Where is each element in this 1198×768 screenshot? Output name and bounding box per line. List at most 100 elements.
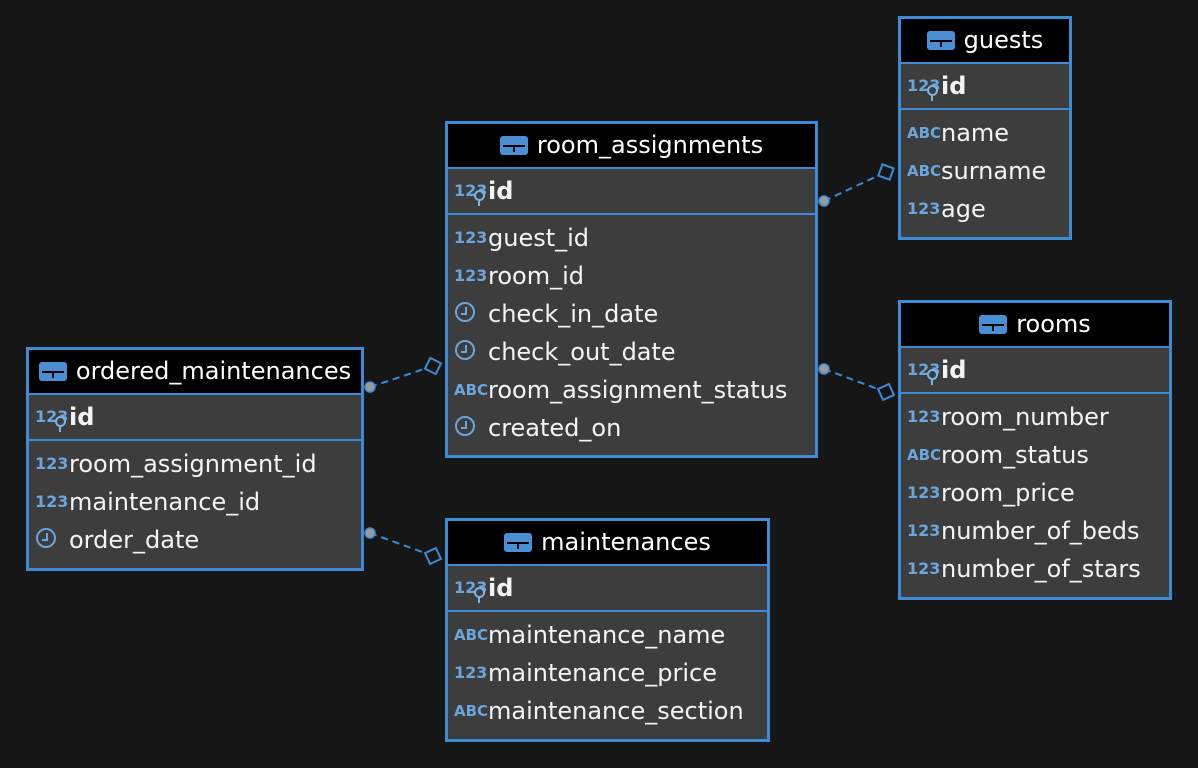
relation-source-dot bbox=[364, 381, 376, 393]
numeric-type-icon: 123 bbox=[35, 454, 69, 473]
relation-source-dot bbox=[818, 363, 830, 375]
table-icon bbox=[979, 315, 1008, 334]
relation-room-assignments-to-rooms[interactable] bbox=[818, 363, 896, 402]
column-row[interactable]: 123 guest_id bbox=[448, 219, 815, 257]
column-row[interactable]: 123 room_number bbox=[901, 398, 1169, 436]
table-icon bbox=[499, 136, 528, 155]
column-row[interactable]: 123 number_of_beds bbox=[901, 512, 1169, 550]
primary-key-icon: 123 bbox=[454, 181, 488, 206]
primary-key-icon: 123 bbox=[907, 76, 941, 101]
column-name: check_in_date bbox=[488, 300, 659, 328]
column-name: number_of_beds bbox=[941, 517, 1140, 545]
column-row[interactable]: 123 room_assignment_id bbox=[29, 445, 361, 483]
numeric-type-icon: 123 bbox=[907, 407, 941, 426]
primary-key-name: id bbox=[488, 574, 514, 602]
clock-icon bbox=[35, 526, 69, 554]
column-name: check_out_date bbox=[488, 338, 676, 366]
column-row[interactable]: check_in_date bbox=[448, 295, 815, 333]
primary-key-icon: 123 bbox=[907, 360, 941, 385]
column-name: maintenance_price bbox=[488, 659, 717, 687]
table-header[interactable]: room_assignments bbox=[448, 124, 815, 169]
clock-icon bbox=[454, 414, 488, 442]
table-title: guests bbox=[963, 25, 1044, 54]
table-guests[interactable]: guests 123 id ABC name ABC surname 123 age bbox=[898, 16, 1072, 240]
key-icon bbox=[927, 369, 938, 385]
text-type-icon: ABC bbox=[454, 626, 489, 644]
numeric-type-icon: 123 bbox=[35, 492, 69, 511]
column-name: number_of_stars bbox=[941, 555, 1141, 583]
key-icon bbox=[474, 587, 485, 603]
column-name: room_number bbox=[941, 403, 1109, 431]
numeric-type-icon: 123 bbox=[907, 199, 941, 218]
column-row[interactable]: created_on bbox=[448, 409, 815, 447]
primary-key-row[interactable]: 123 id bbox=[29, 395, 361, 441]
column-row[interactable]: 123 age bbox=[901, 190, 1069, 228]
relation-line bbox=[369, 367, 426, 388]
text-type-icon: ABC bbox=[454, 381, 489, 399]
column-name: surname bbox=[941, 157, 1047, 185]
key-icon bbox=[927, 85, 938, 101]
column-row[interactable]: 123 room_price bbox=[901, 474, 1169, 512]
column-name: maintenance_section bbox=[488, 697, 744, 725]
column-list: ABC maintenance_name 123 maintenance_price A… bbox=[448, 612, 767, 730]
primary-key-row[interactable]: 123 id bbox=[448, 566, 767, 612]
column-list: 123 room_number ABC room_status 123 room_pric… bbox=[901, 394, 1169, 588]
column-name: room_price bbox=[941, 479, 1075, 507]
column-row[interactable]: 123 room_id bbox=[448, 257, 815, 295]
primary-key-row[interactable]: 123 id bbox=[901, 64, 1069, 110]
table-room-assignments[interactable]: room_assignments 123 id 123 guest_id 123 room_… bbox=[445, 121, 818, 458]
table-maintenances[interactable]: maintenances 123 id ABC maintenance_name 123 m… bbox=[445, 518, 770, 742]
column-row[interactable]: ABC room_assignment_status bbox=[448, 371, 815, 409]
relation-ordered-maintenances-to-room-assignments[interactable] bbox=[364, 356, 443, 393]
relation-target-diamond bbox=[423, 356, 443, 376]
column-name: room_assignment_status bbox=[488, 376, 788, 404]
primary-key-name: id bbox=[69, 403, 95, 431]
numeric-type-icon: 123 bbox=[454, 266, 488, 285]
column-row[interactable]: ABC room_status bbox=[901, 436, 1169, 474]
relation-target-diamond bbox=[876, 382, 896, 402]
column-row[interactable]: ABC maintenance_name bbox=[448, 616, 767, 654]
column-row[interactable]: 123 maintenance_price bbox=[448, 654, 767, 692]
text-type-icon: ABC bbox=[907, 162, 942, 180]
key-icon bbox=[55, 416, 66, 432]
numeric-type-icon: 123 bbox=[454, 663, 488, 682]
table-header[interactable]: guests bbox=[901, 19, 1069, 64]
key-icon bbox=[474, 190, 485, 206]
column-name: maintenance_id bbox=[69, 488, 261, 516]
numeric-type-icon: 123 bbox=[907, 559, 941, 578]
primary-key-name: id bbox=[941, 356, 967, 384]
column-list: ABC name ABC surname 123 age bbox=[901, 110, 1069, 228]
relation-line bbox=[369, 532, 426, 555]
table-header[interactable]: rooms bbox=[901, 303, 1169, 348]
column-name: guest_id bbox=[488, 224, 590, 252]
er-diagram-canvas: room_assignments 123 id 123 guest_id 123 room_… bbox=[0, 0, 1198, 768]
table-title: room_assignments bbox=[536, 130, 764, 159]
column-row[interactable]: 123 maintenance_id bbox=[29, 483, 361, 521]
table-title: ordered_maintenances bbox=[75, 356, 352, 385]
clock-icon bbox=[454, 338, 488, 366]
column-row[interactable]: ABC surname bbox=[901, 152, 1069, 190]
table-header[interactable]: maintenances bbox=[448, 521, 767, 566]
relation-room-assignments-to-guests[interactable] bbox=[818, 163, 895, 207]
clock-face bbox=[455, 302, 475, 322]
column-name: maintenance_name bbox=[488, 621, 726, 649]
column-row[interactable]: ABC name bbox=[901, 114, 1069, 152]
numeric-type-icon: 123 bbox=[907, 521, 941, 540]
table-ordered-maintenances[interactable]: ordered_maintenances 123 id 123 room_assignm… bbox=[26, 347, 364, 571]
primary-key-icon: 123 bbox=[454, 578, 488, 603]
primary-key-name: id bbox=[488, 177, 514, 205]
column-list: 123 guest_id 123 room_id check_in_date check_… bbox=[448, 215, 815, 447]
column-name: room_status bbox=[941, 441, 1089, 469]
table-header[interactable]: ordered_maintenances bbox=[29, 350, 361, 395]
column-name: created_on bbox=[488, 414, 622, 442]
table-rooms[interactable]: rooms 123 id 123 room_number ABC room_status 12… bbox=[898, 300, 1172, 600]
relation-ordered-maintenances-to-maintenances[interactable] bbox=[364, 527, 443, 566]
table-icon bbox=[926, 31, 955, 50]
column-row[interactable]: check_out_date bbox=[448, 333, 815, 371]
primary-key-row[interactable]: 123 id bbox=[448, 169, 815, 215]
primary-key-row[interactable]: 123 id bbox=[901, 348, 1169, 394]
relation-line bbox=[823, 368, 879, 391]
column-row[interactable]: 123 number_of_stars bbox=[901, 550, 1169, 588]
column-row[interactable]: ABC maintenance_section bbox=[448, 692, 767, 730]
column-row[interactable]: order_date bbox=[29, 521, 361, 559]
